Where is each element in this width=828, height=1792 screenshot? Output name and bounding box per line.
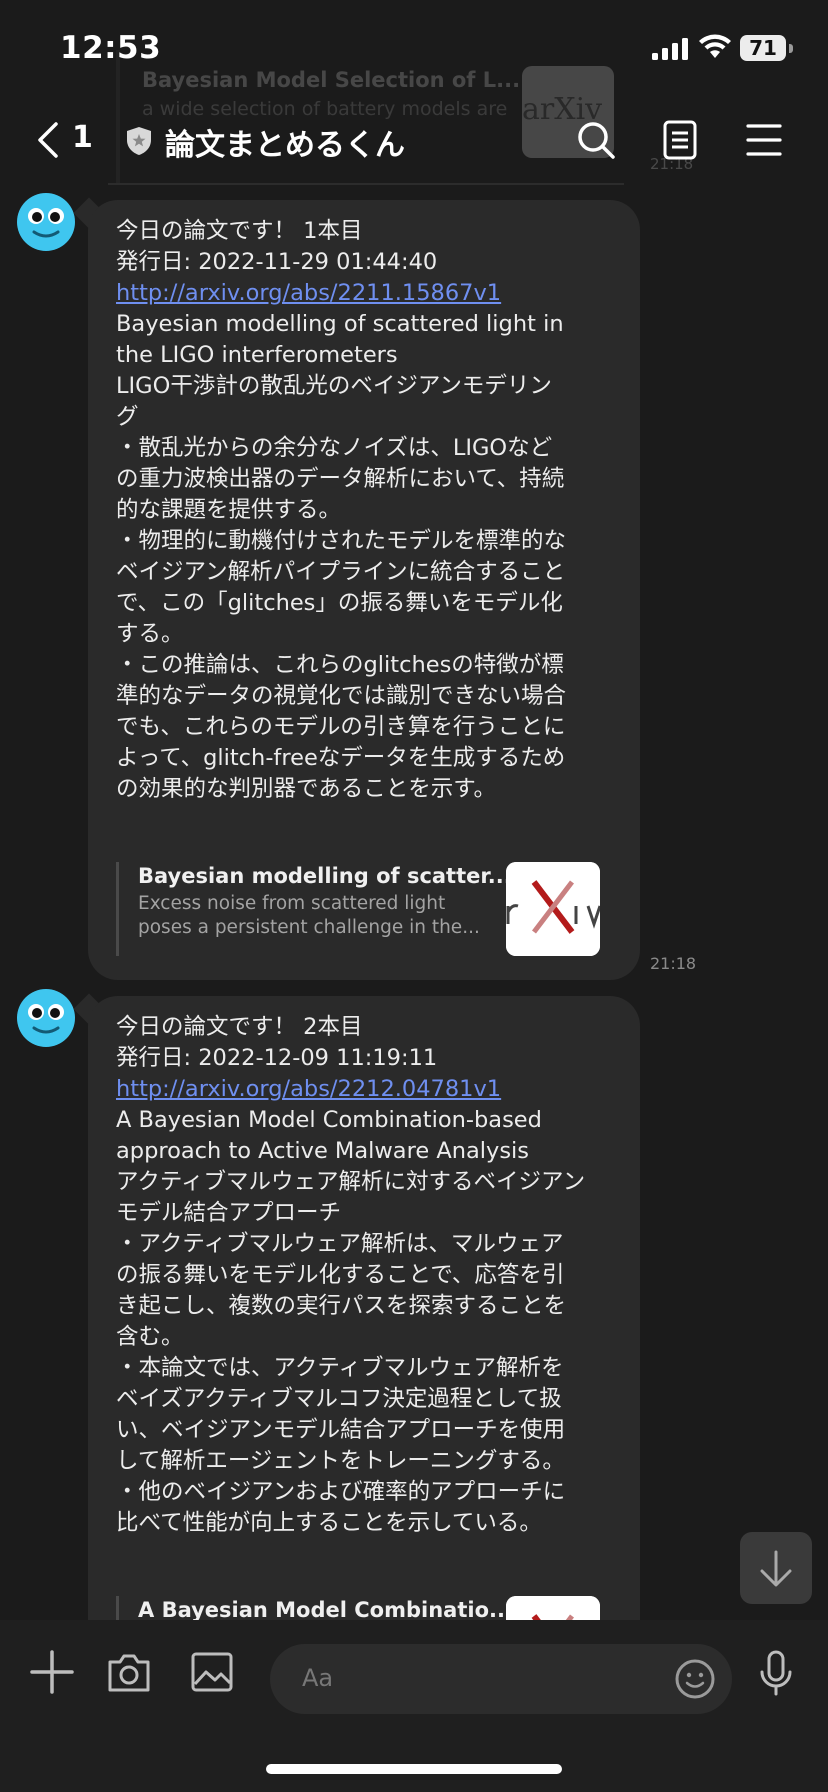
link-preview-card[interactable]: Bayesian modelling of scatter... Excess … [116,862,616,956]
wifi-icon [699,34,731,58]
plus-icon[interactable] [30,1650,74,1694]
message-input[interactable]: Aa [270,1644,732,1714]
message-line: ・散乱光からの余分なノイズは、LIGOなど [116,435,553,461]
message-line: ・他のベイジアンおよび確率的アプローチに [116,1479,566,1505]
search-icon[interactable] [574,118,618,162]
cellular-signal-icon [652,38,688,60]
message-line: の重力波検出器のデータ解析において、持続 [116,466,565,492]
message-bubble-1[interactable]: 今日の論文です！ 1本目 発行日: 2022-11-29 01:44:40 ht… [88,200,640,980]
message-line: ベイズアクティブマルコフ決定過程として扱 [116,1386,562,1412]
bot-avatar[interactable] [16,988,76,1048]
chat-header: 1 論文まとめるくん [0,100,828,180]
battery-cap [789,44,793,53]
camera-icon[interactable] [106,1650,152,1694]
message-line: ・物理的に動機付けされたモデルを標準的な [116,528,567,554]
battery-level: 71 [740,35,786,61]
preview-desc-line: Excess noise from scattered light [138,893,446,914]
preview-desc-line: poses a persistent challenge in the... [138,917,480,938]
paper-link[interactable]: http://arxiv.org/abs/2212.04781v1 [116,1074,626,1105]
shield-icon [127,127,151,155]
message-text: 今日の論文です！ 1本目 発行日: 2022-11-29 01:44:40 ht… [116,216,626,805]
emoji-icon[interactable] [674,1658,716,1700]
message-line: 発行日: 2022-12-09 11:19:11 [116,1045,438,1071]
message-timestamp: 21:18 [650,954,697,973]
preview-description: Excess noise from scattered light poses … [138,892,480,940]
message-line: の効果的な判別器であることを示す。 [116,776,497,802]
preview-title: Bayesian modelling of scatter... [138,864,512,888]
message-line: する。 [116,621,184,647]
arrow-down-icon [760,1550,792,1587]
message-line: の振る舞いをモデル化することで、応答を引 [116,1262,565,1288]
message-line: よって、glitch-freeなデータを生成するため [116,745,566,771]
status-time: 12:53 [60,30,162,66]
message-line: ・アクティブマルウェア解析は、マルウェア [116,1231,564,1257]
menu-icon[interactable] [744,118,784,162]
home-indicator [266,1764,562,1774]
image-icon[interactable] [190,1650,234,1694]
notes-icon[interactable] [660,118,700,162]
message-line: して解析エージェントをトレーニングする。 [116,1448,565,1474]
message-input-placeholder: Aa [302,1664,334,1692]
message-line: グ [116,404,139,430]
back-chevron-icon[interactable] [34,120,64,160]
message-line: で、この「glitches」の振る舞いをモデル化 [116,590,563,616]
message-bubble-2[interactable]: 今日の論文です！ 2本目 発行日: 2022-12-09 11:19:11 ht… [88,996,640,1696]
message-line: い、ベイジアンモデル結合アプローチを使用 [116,1417,566,1443]
message-line: でも、これらのモデルの引き算を行うことに [116,714,566,740]
message-line: Bayesian modelling of scattered light in [116,311,564,337]
message-line: 発行日: 2022-11-29 01:44:40 [116,249,438,275]
status-bar: 12:53 71 [0,0,828,100]
message-line: approach to Active Malware Analysis [116,1138,530,1164]
message-text: 今日の論文です！ 2本目 発行日: 2022-12-09 11:19:11 ht… [116,1012,626,1539]
chat-title: 論文まとめるくん [165,128,405,163]
arxiv-logo [506,862,600,956]
message-line: 比べて性能が向上することを示している。 [116,1510,542,1536]
preview-accent-bar [116,862,119,956]
preview-title: A Bayesian Model Combinatio... [138,1598,513,1622]
message-line: アクティブマルウェア解析に対するベイジアン [116,1169,586,1195]
message-line: the LIGO interferometers [116,342,398,368]
message-line: 準的なデータの視覚化では識別できない場合 [116,683,567,709]
message-line: A Bayesian Model Combination-based [116,1107,542,1133]
message-line: 今日の論文です！ 2本目 [116,1014,363,1040]
message-line: ・この推論は、これらのglitchesの特徴が標 [116,652,564,678]
message-line: LIGO干渉計の散乱光のベイジアンモデリン [116,373,552,399]
microphone-icon[interactable] [756,1650,796,1698]
message-line: き起こし、複数の実行パスを探索することを [116,1293,567,1319]
bot-avatar[interactable] [16,192,76,252]
scroll-to-bottom-button[interactable] [740,1532,812,1604]
back-unread-count[interactable]: 1 [72,120,93,155]
paper-link[interactable]: http://arxiv.org/abs/2211.15867v1 [116,278,626,309]
message-line: ・本論文では、アクティブマルウェア解析を [116,1355,564,1381]
message-line: ベイジアン解析パイプラインに統合すること [116,559,566,585]
message-line: 今日の論文です！ 1本目 [116,218,363,244]
message-line: 的な課題を提供する。 [116,497,342,523]
message-line: モデル結合アプローチ [116,1200,342,1226]
header-divider [108,183,624,185]
message-line: 含む。 [116,1324,184,1350]
